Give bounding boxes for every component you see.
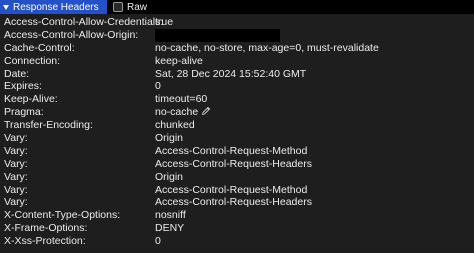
header-row: Keep-Alive: timeout=60 [0,93,474,106]
header-value-text: Access-Control-Request-Method [155,183,308,196]
header-value-text: keep-alive [155,54,203,67]
header-value: Access-Control-Request-Headers [155,196,312,209]
edit-pencil-icon[interactable] [201,106,211,116]
header-value-text: Sat, 28 Dec 2024 15:52:40 GMT [155,67,307,80]
section-title: Response Headers [13,1,99,13]
header-name: X-Content-Type-Options: [4,209,121,222]
header-name: Vary: [4,196,28,209]
header-name: Access-Control-Allow-Credentials: [4,16,164,28]
header-name: Vary: [4,132,28,145]
header-value-text: Access-Control-Request-Method [155,144,308,157]
header-value: nosniff [155,209,186,222]
header-row: Vary: Access-Control-Request-Headers [0,196,474,209]
header-row: X-Content-Type-Options: nosniff [0,209,474,222]
header-name: Pragma: [4,106,44,119]
header-name: Vary: [4,144,28,157]
header-name: Expires: [4,80,42,93]
header-row: Expires: 0 [0,80,474,93]
header-name: Access-Control-Allow-Origin: [4,28,139,41]
header-value-text: true [155,16,174,28]
header-name: X-Frame-Options: [4,222,88,235]
header-row: X-Xss-Protection: 0 [0,235,474,248]
header-value: Access-Control-Request-Headers [155,158,312,171]
header-name: Date: [4,67,30,80]
header-value: keep-alive [155,55,203,68]
header-name: Keep-Alive: [4,93,58,106]
header-value: no-cache, no-store, max-age=0, must-reva… [155,42,379,55]
header-value: Origin [155,132,183,145]
header-value-text: DENY [155,222,185,235]
header-value: chunked [155,119,195,132]
chevron-down-icon [3,5,9,10]
header-value-text: Access-Control-Request-Headers [155,157,312,170]
response-headers-toggle[interactable]: Response Headers [0,0,107,14]
header-row: Connection: keep-alive [0,55,474,68]
header-row: Access-Control-Allow-Origin: [0,28,474,42]
header-row: Transfer-Encoding: chunked [0,119,474,132]
header-row: Vary: Origin [0,132,474,145]
header-value: timeout=60 [155,93,207,106]
header-row: Pragma: no-cache [0,106,474,119]
header-value-text: chunked [155,119,195,132]
header-value: Sat, 28 Dec 2024 15:52:40 GMT [155,68,306,81]
header-value: 0 [155,80,161,93]
raw-checkbox[interactable] [113,2,123,12]
header-value-text: Origin [155,170,184,183]
header-value: Access-Control-Request-Method [155,145,307,158]
header-value: Access-Control-Request-Method [155,184,307,197]
header-value-text: nosniff [155,209,186,222]
header-value-text: timeout=60 [155,93,208,106]
header-name: Vary: [4,170,28,183]
header-value-text: 0 [155,235,161,248]
raw-label: Raw [127,1,148,13]
header-value: 0 [155,235,161,248]
header-value-text: no-cache [155,106,199,119]
header-list: Access-Control-Allow-Credentials: true Acc… [0,16,474,248]
redaction-block [155,28,280,42]
header-row: Vary: Access-Control-Request-Method [0,184,474,197]
header-row: Vary: Access-Control-Request-Headers [0,158,474,171]
header-row: Vary: Access-Control-Request-Method [0,145,474,158]
header-row: X-Frame-Options: DENY [0,222,474,235]
header-value: true [155,16,173,29]
header-value-text: no-cache, no-store, max-age=0, must-reva… [155,41,379,54]
header-row: Date: Sat, 28 Dec 2024 15:52:40 GMT [0,68,474,81]
header-name: Vary: [4,157,28,170]
header-row: Access-Control-Allow-Credentials: true [0,16,474,29]
header-value: no-cache [155,106,211,119]
response-headers-panel: Response Headers Raw Access-Control-Allo… [0,0,474,253]
header-row: Cache-Control: no-cache, no-store, max-ag… [0,42,474,55]
raw-toggle[interactable]: Raw [113,1,147,13]
header-name: Transfer-Encoding: [4,119,93,132]
header-name: X-Xss-Protection: [4,235,86,248]
header-value: Origin [155,171,183,184]
header-value-text: 0 [155,80,161,93]
panel-header: Response Headers Raw [0,0,474,14]
header-row: Vary: Origin [0,171,474,184]
header-name: Cache-Control: [4,41,75,54]
header-name: Vary: [4,183,28,196]
header-value-text: Origin [155,132,184,145]
redacted-value [155,28,280,42]
header-value-text: Access-Control-Request-Headers [155,196,312,209]
header-value: DENY [155,222,184,235]
header-name: Connection: [4,54,61,67]
